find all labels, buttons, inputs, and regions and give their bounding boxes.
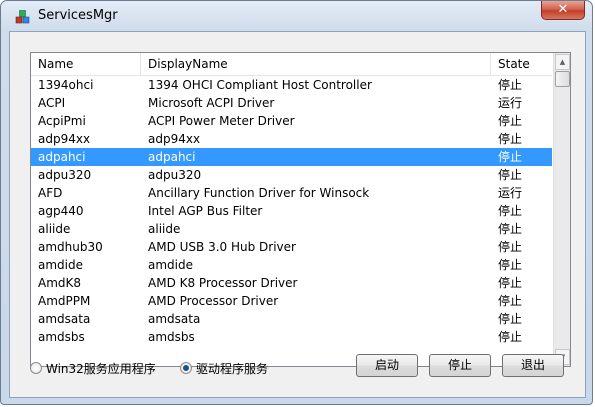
list-item[interactable]: amdsata amdsata 停止 <box>31 310 552 328</box>
list-item[interactable]: AcpiPmi ACPI Power Meter Driver 停止 <box>31 112 552 130</box>
cell-state: 运行 <box>498 186 523 200</box>
list-item[interactable]: aliide aliide 停止 <box>31 220 552 238</box>
title-bar[interactable]: ServicesMgr ✕ <box>1 1 592 31</box>
start-button[interactable]: 启动 <box>356 354 418 377</box>
cell-state: 停止 <box>498 114 523 128</box>
column-header-name[interactable]: Name <box>31 53 141 75</box>
cell-display: ACPI Power Meter Driver <box>148 114 295 128</box>
cell-name: ACPI <box>38 96 66 110</box>
cell-state: 停止 <box>498 222 523 236</box>
driver-services-label: 驱动程序服务 <box>196 361 269 376</box>
list-item[interactable]: 1394ohci 1394 OHCI Compliant Host Control… <box>31 76 552 94</box>
services-app-icon <box>15 10 30 24</box>
cell-name: AcpiPmi <box>38 114 86 128</box>
cell-display: adpahci <box>148 150 196 164</box>
cell-name: adpu320 <box>38 168 92 182</box>
cell-state: 停止 <box>498 294 523 308</box>
close-icon: ✕ <box>557 2 569 17</box>
cell-state: 停止 <box>498 204 523 218</box>
cell-display: amdsbs <box>148 330 195 344</box>
win32-services-label: Win32服务应用程序 <box>46 361 156 376</box>
cell-state: 停止 <box>498 240 523 254</box>
cell-state: 停止 <box>498 78 523 92</box>
services-list[interactable]: Name DisplayName State 1394ohci 1394 OHCI… <box>30 52 571 367</box>
radio-circle[interactable] <box>30 362 42 374</box>
vertical-scrollbar[interactable]: ▲ ▼ <box>553 53 570 366</box>
cell-name: amdhub30 <box>38 240 103 254</box>
column-header-displayname[interactable]: DisplayName <box>141 53 491 75</box>
cell-state: 停止 <box>498 168 523 182</box>
cell-name: AmdK8 <box>38 276 82 290</box>
cell-state: 停止 <box>498 132 523 146</box>
cell-state: 停止 <box>498 150 523 164</box>
services-window: ServicesMgr ✕ Name DisplayName State 139… <box>0 0 593 405</box>
stop-button[interactable]: 停止 <box>429 354 491 377</box>
cell-display: amdsata <box>148 312 201 326</box>
cell-display: amdide <box>148 258 193 272</box>
cell-name: amdide <box>38 258 83 272</box>
list-item[interactable]: adp94xx adp94xx 停止 <box>31 130 552 148</box>
cell-name: 1394ohci <box>38 78 94 92</box>
cell-display: adp94xx <box>148 132 201 146</box>
window-title: ServicesMgr <box>38 8 118 23</box>
scroll-thumb[interactable] <box>555 71 570 87</box>
cell-display: Microsoft ACPI Driver <box>148 96 275 110</box>
list-header: Name DisplayName State <box>31 53 552 76</box>
list-item[interactable]: AmdPPM AMD Processor Driver 停止 <box>31 292 552 310</box>
cell-state: 停止 <box>498 276 523 290</box>
cell-name: AmdPPM <box>38 294 91 308</box>
cell-display: 1394 OHCI Compliant Host Controller <box>148 78 372 92</box>
cell-name: amdsbs <box>38 330 85 344</box>
cell-name: agp440 <box>38 204 84 218</box>
client-area: Name DisplayName State 1394ohci 1394 OHCI… <box>9 31 586 398</box>
cell-state: 停止 <box>498 258 523 272</box>
exit-button[interactable]: 退出 <box>502 354 564 377</box>
list-item[interactable]: ACPI Microsoft ACPI Driver 运行 <box>31 94 552 112</box>
cell-display: Intel AGP Bus Filter <box>148 204 263 218</box>
win32-services-radio[interactable]: Win32服务应用程序 <box>30 360 156 376</box>
cell-name: adpahci <box>38 150 86 164</box>
scroll-up-icon[interactable]: ▲ <box>555 54 570 70</box>
cell-display: AMD Processor Driver <box>148 294 279 308</box>
cell-display: aliide <box>148 222 181 236</box>
cell-name: amdsata <box>38 312 91 326</box>
list-item[interactable]: adpu320 adpu320 停止 <box>31 166 552 184</box>
cell-name: aliide <box>38 222 71 236</box>
list-item[interactable]: AFD Ancillary Function Driver for Winsock… <box>31 184 552 202</box>
cell-display: AMD USB 3.0 Hub Driver <box>148 240 296 254</box>
cell-display: adpu320 <box>148 168 202 182</box>
close-button[interactable]: ✕ <box>541 1 585 20</box>
cell-name: adp94xx <box>38 132 91 146</box>
list-item[interactable]: AmdK8 AMD K8 Processor Driver 停止 <box>31 274 552 292</box>
list-item[interactable]: amdhub30 AMD USB 3.0 Hub Driver 停止 <box>31 238 552 256</box>
list-item[interactable]: amdide amdide 停止 <box>31 256 552 274</box>
list-item[interactable]: amdsbs amdsbs 停止 <box>31 328 552 346</box>
cell-display: Ancillary Function Driver for Winsock <box>148 186 370 200</box>
cell-state: 运行 <box>498 96 523 110</box>
cell-display: AMD K8 Processor Driver <box>148 276 298 290</box>
radio-circle[interactable] <box>180 362 192 374</box>
list-item[interactable]: agp440 Intel AGP Bus Filter 停止 <box>31 202 552 220</box>
list-item[interactable]: adpahci adpahci 停止 <box>31 148 552 166</box>
cell-state: 停止 <box>498 312 523 326</box>
column-header-state[interactable]: State <box>491 53 552 75</box>
driver-services-radio[interactable]: 驱动程序服务 <box>180 360 268 376</box>
cell-name: AFD <box>38 186 63 200</box>
cell-state: 停止 <box>498 330 523 344</box>
